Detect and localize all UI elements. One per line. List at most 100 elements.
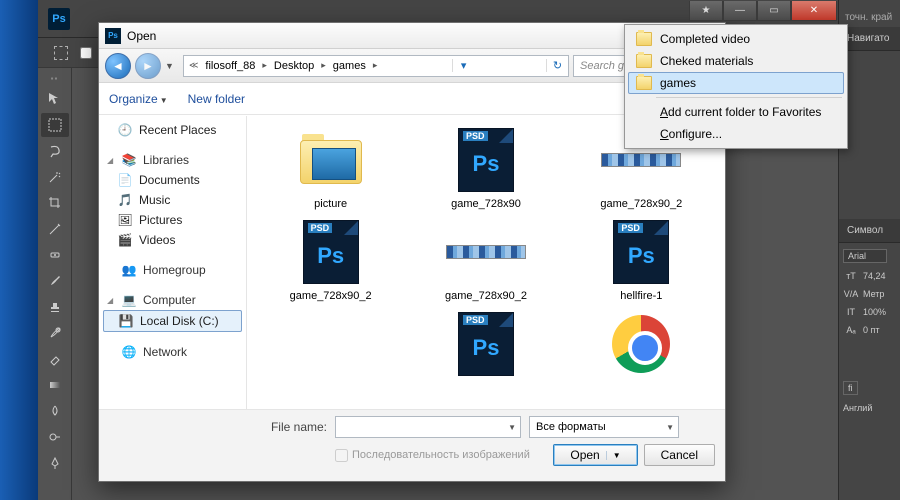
menu-item-folder[interactable]: Cheked materials (628, 50, 844, 72)
navigator-tab[interactable]: Навигато (839, 27, 900, 51)
baseline-icon: Aₐ (843, 325, 859, 335)
stamp-tool[interactable] (41, 295, 69, 319)
ligature-icon[interactable]: fi (843, 381, 858, 395)
libraries-icon: 📚 (121, 152, 137, 168)
file-list[interactable]: picturePSDPsgame_728x90game_728x90_2PSDP… (247, 116, 725, 417)
computer-icon: 💻 (121, 292, 137, 308)
file-item[interactable]: PSDPsgame_728x90 (410, 126, 561, 210)
marquee-preview-icon (54, 46, 68, 60)
network-icon: 🌐 (121, 344, 137, 360)
crumb-dropdown-icon[interactable]: ▾ (452, 59, 474, 72)
history-dropdown[interactable]: ▼ (165, 61, 179, 71)
folder-icon (636, 76, 652, 90)
breadcrumb-segment[interactable]: filosoff_88 (201, 60, 259, 72)
history-brush-tool[interactable] (41, 321, 69, 345)
cancel-button[interactable]: Cancel (644, 444, 715, 466)
character-tab[interactable]: Символ (839, 219, 900, 243)
close-button[interactable]: ✕ (791, 1, 837, 21)
kerning-icon: V/A (843, 289, 859, 299)
dialog-footer: File name: ▼ Все форматы▼ Последовательн… (99, 409, 725, 481)
new-folder-button[interactable]: New folder (188, 92, 245, 106)
breadcrumb-segment[interactable]: games (329, 60, 370, 72)
sidebar-item-pictures[interactable]: 🖼Pictures (99, 210, 246, 230)
sidebar-item-videos[interactable]: 🎬Videos (99, 230, 246, 250)
file-label: game_728x90_2 (600, 198, 682, 210)
image-thumbnail (446, 245, 526, 259)
sidebar-item-recent[interactable]: 🕘Recent Places (99, 120, 246, 140)
pictures-icon: 🖼 (117, 212, 133, 228)
refresh-icon[interactable]: ↻ (546, 59, 568, 72)
menu-item-configure[interactable]: Configure... (628, 123, 844, 145)
file-item[interactable]: game_728x90_2 (410, 218, 561, 302)
baseline-field[interactable]: 0 пт (863, 325, 880, 335)
sidebar-tree: 🕘Recent Places ◢📚Libraries 📄Documents 🎵M… (99, 116, 247, 417)
dialog-title: Open (127, 29, 156, 43)
sidebar-item-network[interactable]: 🌐Network (99, 342, 246, 362)
file-item[interactable]: picture (255, 126, 406, 210)
sequence-checkbox[interactable]: Последовательность изображений (335, 449, 530, 462)
file-item[interactable]: PSDPsgame_728x90_2 (255, 218, 406, 302)
sidebar-group-computer[interactable]: ◢💻Computer (99, 290, 246, 310)
folder-icon (296, 132, 366, 188)
eyedropper-tool[interactable] (41, 217, 69, 241)
forward-button[interactable]: ► (135, 53, 161, 79)
brush-tool[interactable] (41, 269, 69, 293)
sidebar-item-music[interactable]: 🎵Music (99, 190, 246, 210)
font-family-field[interactable]: Arial (843, 249, 887, 263)
file-item[interactable]: PSDPs (410, 310, 561, 382)
language-field[interactable]: Англий (843, 403, 872, 413)
eraser-tool[interactable] (41, 347, 69, 371)
chevron-right-icon: ▸ (259, 60, 270, 71)
sidebar-group-libraries[interactable]: ◢📚Libraries (99, 150, 246, 170)
blur-tool[interactable] (41, 399, 69, 423)
collapse-icon: ◢ (107, 156, 115, 165)
file-item[interactable] (566, 310, 717, 382)
gradient-tool[interactable] (41, 373, 69, 397)
file-label: picture (314, 198, 347, 210)
vscale-field[interactable]: 100% (863, 307, 886, 317)
healing-tool[interactable] (41, 243, 69, 267)
file-label: game_728x90_2 (445, 290, 527, 302)
filetype-select[interactable]: Все форматы▼ (529, 416, 679, 438)
disk-icon: 💾 (118, 313, 134, 329)
lasso-tool[interactable] (41, 139, 69, 163)
wand-tool[interactable] (41, 165, 69, 189)
move-tool[interactable] (41, 87, 69, 111)
file-item[interactable] (255, 310, 406, 382)
pen-tool[interactable] (41, 451, 69, 475)
crop-tool[interactable] (41, 191, 69, 215)
photoshop-tools-panel: ▪▪ (38, 68, 72, 500)
menu-item-add-favorite[interactable]: Add current folder to Favorites (628, 101, 844, 123)
marquee-tool[interactable] (41, 113, 69, 137)
chrome-icon (612, 315, 670, 373)
open-button[interactable]: Open▼ (553, 444, 637, 466)
breadcrumb-bar[interactable]: ≪ filosoff_88 ▸ Desktop ▸ games ▸ ▾ ↻ (183, 55, 569, 77)
font-size-field[interactable]: 74,24 (863, 271, 886, 281)
videos-icon: 🎬 (117, 232, 133, 248)
folder-icon (636, 54, 652, 68)
maximize-button[interactable]: ▭ (757, 1, 791, 21)
menu-item-folder[interactable]: games (628, 72, 844, 94)
file-item[interactable]: PSDPshellfire-1 (566, 218, 717, 302)
photoshop-icon: Ps (105, 28, 121, 44)
favorites-button[interactable]: ★ (689, 1, 723, 21)
chevron-icon: ≪ (186, 60, 201, 71)
kerning-field[interactable]: Метр (863, 289, 884, 299)
menu-item-folder[interactable]: Completed video (628, 28, 844, 50)
image-thumbnail (601, 153, 681, 167)
organize-button[interactable]: Organize▼ (109, 92, 168, 106)
homegroup-icon: 👥 (121, 262, 137, 278)
folder-icon (636, 32, 652, 46)
sidebar-item-localdisk[interactable]: 💾Local Disk (C:) (103, 310, 242, 332)
sidebar-item-homegroup[interactable]: 👥Homegroup (99, 260, 246, 280)
back-button[interactable]: ◄ (105, 53, 131, 79)
vscale-icon: IT (843, 307, 859, 317)
sidebar-item-documents[interactable]: 📄Documents (99, 170, 246, 190)
file-label: game_728x90 (451, 198, 521, 210)
minimize-button[interactable]: — (723, 1, 757, 21)
breadcrumb-segment[interactable]: Desktop (270, 60, 318, 72)
dodge-tool[interactable] (41, 425, 69, 449)
chevron-right-icon: ▸ (318, 60, 329, 71)
option-checkbox[interactable] (80, 47, 92, 59)
filename-input[interactable]: ▼ (335, 416, 521, 438)
